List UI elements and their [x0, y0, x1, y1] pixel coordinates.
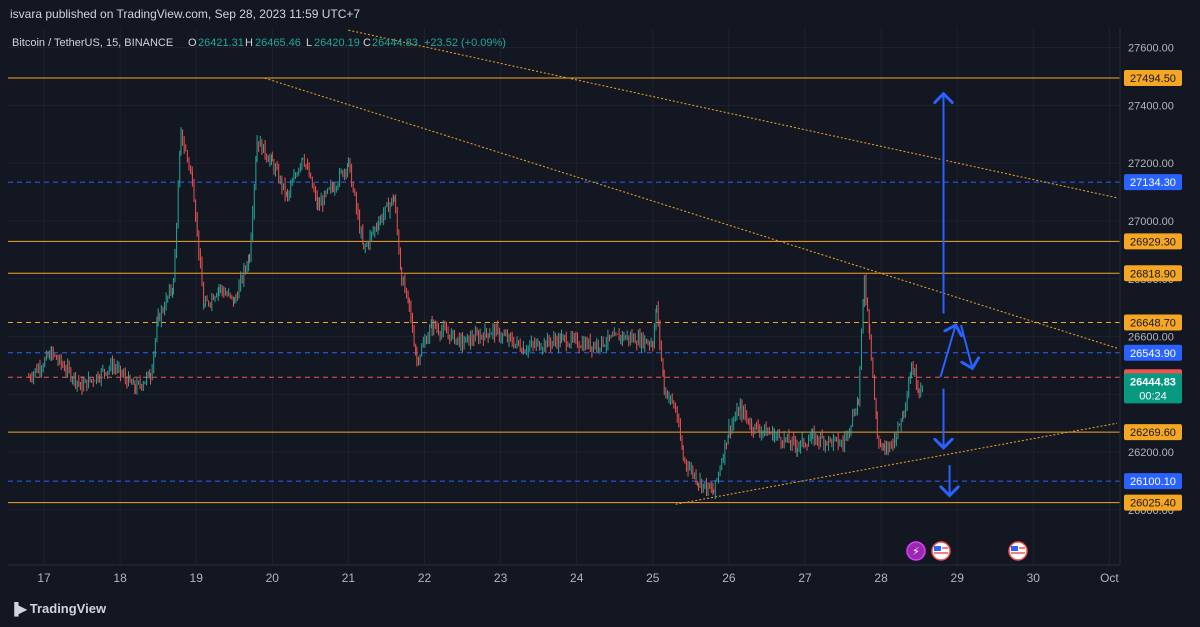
event-us-flag-icon[interactable] [931, 541, 951, 561]
tradingview-logo-icon: ▐▶ [10, 601, 27, 616]
x-tick-label: 25 [646, 571, 660, 585]
grid-layer [8, 28, 1120, 565]
change-value: +23.52 (+0.09%) [424, 37, 506, 49]
x-tick-label: 23 [494, 571, 508, 585]
trendlines [264, 29, 1118, 505]
close-label: C [363, 37, 371, 49]
y-tick-label: 27000.00 [1128, 216, 1174, 228]
event-lightning-icon[interactable]: ⚡ [906, 541, 926, 561]
x-tick-label: 29 [951, 571, 965, 585]
last-price-label: 26444.83 [1130, 376, 1176, 388]
level-price-label: 26025.40 [1130, 498, 1176, 510]
y-tick-label: 27200.00 [1128, 158, 1174, 170]
horizontal-levels [8, 77, 1120, 504]
y-tick-label: 26200.00 [1128, 447, 1174, 459]
level-price-label: 26648.70 [1130, 317, 1176, 329]
projection-arrows [940, 94, 972, 496]
ohlc-legend: Bitcoin / TetherUS, 15, BINANCE O 26421.… [12, 37, 506, 49]
high-value: 26465.46 [255, 37, 301, 49]
x-tick-label: 30 [1027, 571, 1041, 585]
event-icons: ⚡ [906, 541, 1028, 561]
x-tick-label: 22 [418, 571, 432, 585]
projection-arrow[interactable] [960, 324, 972, 368]
chart-svg[interactable]: 27600.0027400.0027200.0027000.0026800.00… [0, 0, 1200, 627]
open-label: O [188, 37, 197, 49]
axes: 27600.0027400.0027200.0027000.0026800.00… [8, 28, 1182, 585]
level-price-label: 26269.60 [1130, 427, 1176, 439]
high-label: H [245, 37, 253, 49]
symbol-label: Bitcoin / TetherUS, 15, BINANCE [12, 37, 173, 49]
x-tick-label: Oct [1100, 571, 1119, 585]
event-us-flag-icon[interactable] [1008, 541, 1028, 561]
y-tick-label: 27600.00 [1128, 43, 1174, 55]
footer-brand[interactable]: ▐▶ TradingView [10, 601, 106, 616]
level-price-label: 26818.90 [1130, 268, 1176, 280]
open-value: 26421.31 [198, 37, 244, 49]
svg-text:⚡: ⚡ [912, 545, 920, 558]
level-price-label: 26929.30 [1130, 236, 1176, 248]
trendline[interactable] [348, 29, 1118, 199]
x-tick-label: 21 [342, 571, 356, 585]
brand-label: TradingView [29, 601, 107, 616]
level-price-label: 27134.30 [1130, 177, 1176, 189]
level-price-label: 27494.50 [1130, 73, 1176, 85]
x-tick-label: 27 [798, 571, 812, 585]
x-tick-label: 28 [874, 571, 888, 585]
trendline[interactable] [264, 77, 1118, 349]
x-tick-label: 24 [570, 571, 584, 585]
price-series [28, 127, 923, 500]
countdown-label: 00:24 [1139, 390, 1167, 402]
x-tick-label: 18 [113, 571, 127, 585]
x-tick-label: 26 [722, 571, 736, 585]
x-tick-label: 19 [190, 571, 204, 585]
projection-arrow[interactable] [939, 325, 955, 378]
low-value: 26420.19 [314, 37, 360, 49]
level-price-label: 26100.10 [1130, 476, 1176, 488]
low-label: L [306, 37, 312, 49]
y-tick-label: 26600.00 [1128, 332, 1174, 344]
x-tick-label: 17 [37, 571, 51, 585]
y-tick-label: 27400.00 [1128, 100, 1174, 112]
x-tick-label: 20 [266, 571, 280, 585]
level-price-label: 26543.90 [1130, 348, 1176, 360]
close-value: 26444.83 [372, 37, 418, 49]
